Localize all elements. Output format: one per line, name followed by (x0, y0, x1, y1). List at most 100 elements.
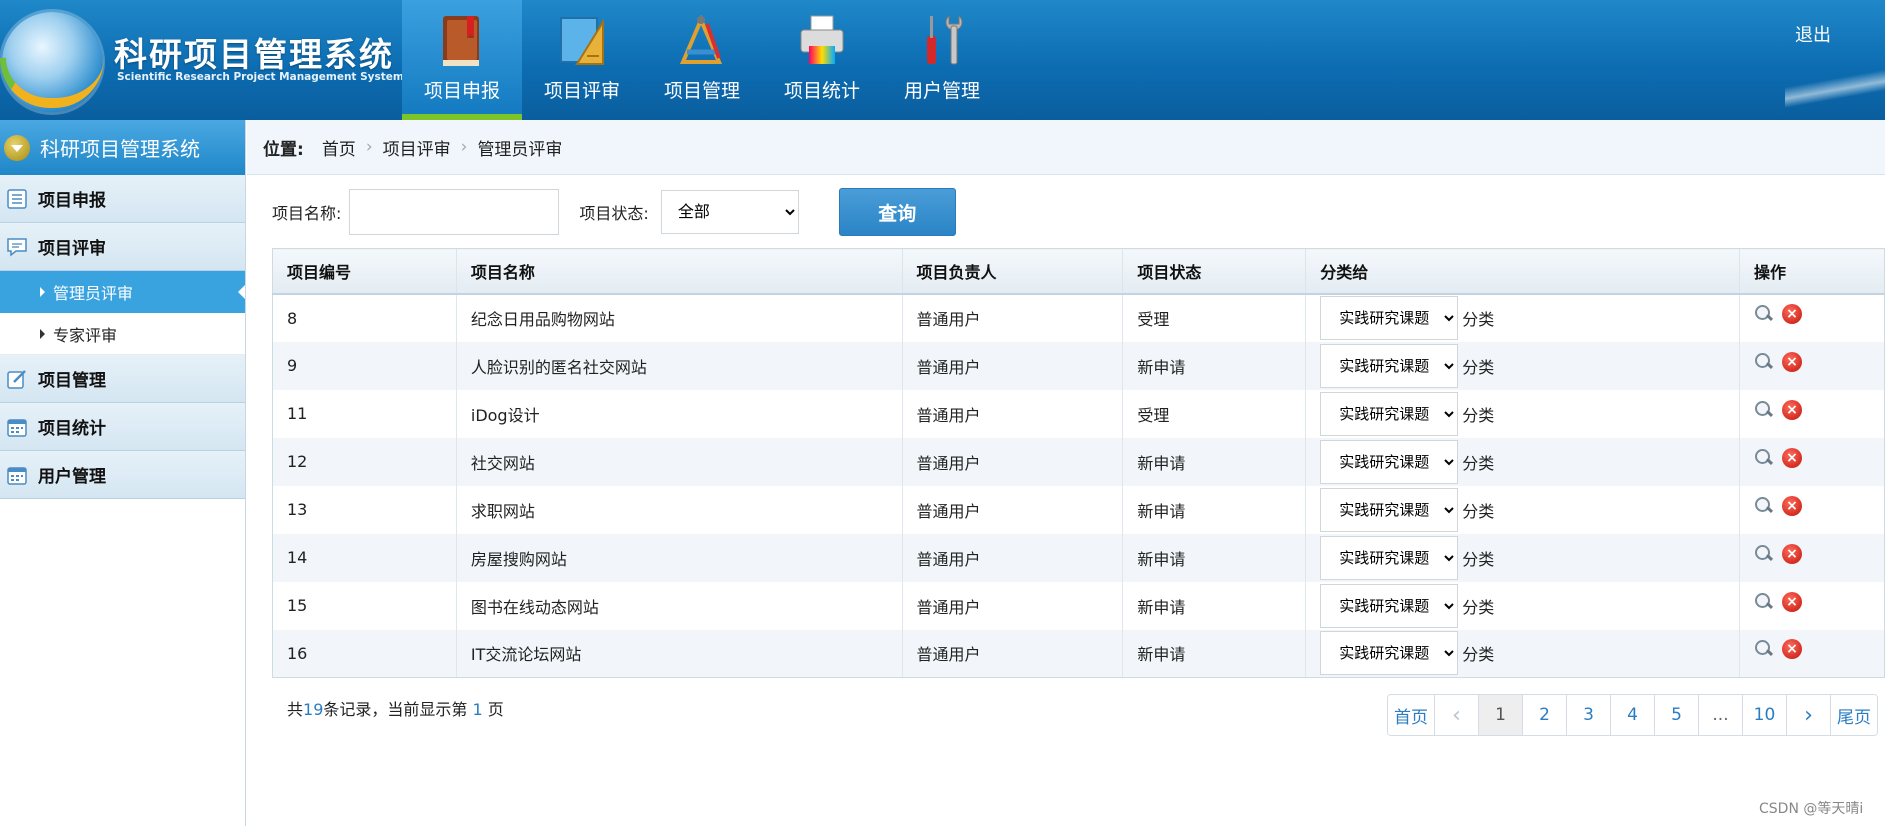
page-2[interactable]: 2 (1522, 695, 1566, 735)
delete-x-icon[interactable]: × (1782, 447, 1803, 468)
cell-project-status: 新申请 (1122, 341, 1306, 390)
delete-x-icon[interactable]: × (1782, 351, 1803, 372)
view-magnifier-icon[interactable] (1754, 639, 1774, 659)
sidebar-item-project-manage[interactable]: 项目管理 (0, 355, 245, 403)
category-suffix-label: 分类 (1462, 501, 1495, 521)
cell-project-status: 新申请 (1122, 581, 1306, 630)
column-header-name: 项目名称 (455, 248, 903, 295)
cell-project-name: iDog设计 (455, 389, 903, 438)
category-select[interactable]: 实践研究课题 (1320, 583, 1459, 628)
category-suffix-label: 分类 (1462, 645, 1495, 665)
view-magnifier-icon[interactable] (1754, 592, 1774, 612)
sidebar-subitem-expert-review[interactable]: 专家评审 (0, 313, 245, 355)
category-assign: 实践研究课题 分类 (1320, 343, 1739, 388)
cell-project-id: 12 (272, 437, 457, 486)
table-row: 9 人脸识别的匿名社交网站 普通用户 新申请 实践研究课题 分类 × (272, 341, 1885, 390)
table-header-row: 项目编号 项目名称 项目负责人 项目状态 分类给 操作 (272, 248, 1885, 295)
main-nav: 项目申报 项目评审 项目管理 项目统计 用户管理 (402, 0, 1002, 120)
breadcrumb-item-home[interactable]: 首页 (322, 135, 356, 160)
cell-project-status: 新申请 (1122, 485, 1306, 534)
category-assign: 实践研究课题 分类 (1320, 487, 1739, 532)
cell-project-status: 新申请 (1122, 629, 1306, 678)
nav-item-project-review[interactable]: 项目评审 (522, 0, 642, 120)
breadcrumb-separator: › (460, 137, 468, 157)
page-4[interactable]: 4 (1610, 695, 1654, 735)
list-icon (7, 188, 27, 209)
nav-item-project-apply[interactable]: 项目申报 (402, 0, 522, 120)
page-first[interactable]: 首页 (1388, 695, 1434, 735)
cell-assign-category: 实践研究课题 分类 (1305, 437, 1740, 486)
sidebar-subitem-admin-review[interactable]: 管理员评审 (0, 271, 245, 313)
sidebar-item-project-apply[interactable]: 项目申报 (0, 175, 245, 223)
page-1[interactable]: 1 (1478, 695, 1522, 735)
category-select[interactable]: 实践研究课题 (1320, 343, 1459, 388)
delete-x-icon[interactable]: × (1782, 639, 1803, 660)
cell-project-id: 8 (272, 293, 457, 342)
book-icon (443, 16, 479, 66)
cell-project-name: IT交流论坛网站 (455, 629, 903, 678)
category-assign: 实践研究课题 分类 (1320, 296, 1739, 340)
cell-project-status: 受理 (1122, 389, 1306, 438)
category-assign: 实践研究课题 分类 (1320, 391, 1739, 436)
cell-project-name: 求职网站 (455, 485, 903, 534)
page-10[interactable]: 10 (1742, 695, 1786, 735)
category-select[interactable]: 实践研究课题 (1320, 631, 1459, 676)
cell-actions: × (1739, 485, 1885, 534)
sidebar-item-project-review[interactable]: 项目评审 (0, 223, 245, 271)
view-magnifier-icon[interactable] (1754, 544, 1774, 564)
view-magnifier-icon[interactable] (1754, 304, 1774, 324)
watermark: CSDN @等天晴i (1759, 801, 1864, 817)
category-select[interactable]: 实践研究课题 (1320, 535, 1459, 580)
project-table: 项目编号 项目名称 项目负责人 项目状态 分类给 操作 8 纪念日用品购物网站 普通… (272, 248, 1885, 678)
cell-project-name: 社交网站 (455, 437, 903, 486)
delete-x-icon[interactable]: × (1782, 591, 1803, 612)
delete-x-icon[interactable]: × (1782, 304, 1803, 324)
nav-label: 项目管理 (663, 80, 740, 102)
cell-assign-category: 实践研究课题 分类 (1305, 389, 1740, 438)
row-actions: × (1754, 591, 1884, 612)
sidebar-item-project-stats[interactable]: 项目统计 (0, 403, 245, 451)
edit-icon (7, 369, 26, 389)
table-row: 15 图书在线动态网站 普通用户 新申请 实践研究课题 分类 × (272, 581, 1885, 630)
view-magnifier-icon[interactable] (1754, 400, 1774, 420)
page-prev-icon[interactable]: ‹ (1434, 695, 1478, 735)
query-button[interactable]: 查询 (838, 188, 956, 236)
page-5[interactable]: 5 (1654, 695, 1698, 735)
category-select[interactable]: 实践研究课题 (1320, 439, 1459, 484)
app-logo: 科研项目管理系统 Scientific Research Project Man… (0, 0, 404, 120)
view-magnifier-icon[interactable] (1754, 352, 1774, 372)
sidebar-header[interactable]: 科研项目管理系统 (0, 120, 245, 175)
page-last[interactable]: 尾页 (1830, 695, 1877, 735)
sidebar-item-user-manage[interactable]: 用户管理 (0, 451, 245, 499)
page-3[interactable]: 3 (1566, 695, 1610, 735)
category-select[interactable]: 实践研究课题 (1320, 391, 1459, 436)
table-row: 16 IT交流论坛网站 普通用户 新申请 实践研究课题 分类 × (272, 629, 1885, 678)
table-row: 11 iDog设计 普通用户 受理 实践研究课题 分类 × (272, 389, 1885, 438)
row-actions: × (1754, 639, 1884, 660)
category-select[interactable]: 实践研究课题 (1320, 487, 1459, 532)
view-magnifier-icon[interactable] (1754, 448, 1774, 468)
nav-item-project-manage[interactable]: 项目管理 (642, 0, 762, 120)
delete-x-icon[interactable]: × (1782, 495, 1803, 516)
cell-project-owner: 普通用户 (901, 437, 1123, 486)
column-header-status: 项目状态 (1122, 248, 1306, 295)
category-suffix-label: 分类 (1462, 405, 1495, 425)
page-next-icon[interactable]: › (1786, 695, 1830, 735)
logout-link[interactable]: 退出 (1795, 21, 1831, 47)
project-status-select[interactable]: 全部 (660, 190, 799, 234)
delete-x-icon[interactable]: × (1782, 543, 1803, 564)
cell-assign-category: 实践研究课题 分类 (1305, 293, 1740, 342)
app-subtitle: Scientific Research Project Management S… (117, 71, 404, 83)
nav-item-user-manage[interactable]: 用户管理 (882, 0, 1002, 120)
project-name-label: 项目名称: (272, 204, 342, 223)
project-name-input[interactable] (349, 189, 560, 235)
category-select[interactable]: 实践研究课题 (1320, 296, 1459, 340)
table-row: 12 社交网站 普通用户 新申请 实践研究课题 分类 × (272, 437, 1885, 486)
breadcrumb-item-review[interactable]: 项目评审 (383, 135, 451, 160)
cell-project-owner: 普通用户 (901, 485, 1123, 534)
view-magnifier-icon[interactable] (1754, 496, 1774, 516)
pagination: 首页 ‹ 1 2 3 4 5 ... 10 › 尾页 (1387, 694, 1878, 736)
nav-item-project-stats[interactable]: 项目统计 (762, 0, 882, 120)
category-suffix-label: 分类 (1462, 453, 1495, 473)
delete-x-icon[interactable]: × (1782, 399, 1803, 420)
